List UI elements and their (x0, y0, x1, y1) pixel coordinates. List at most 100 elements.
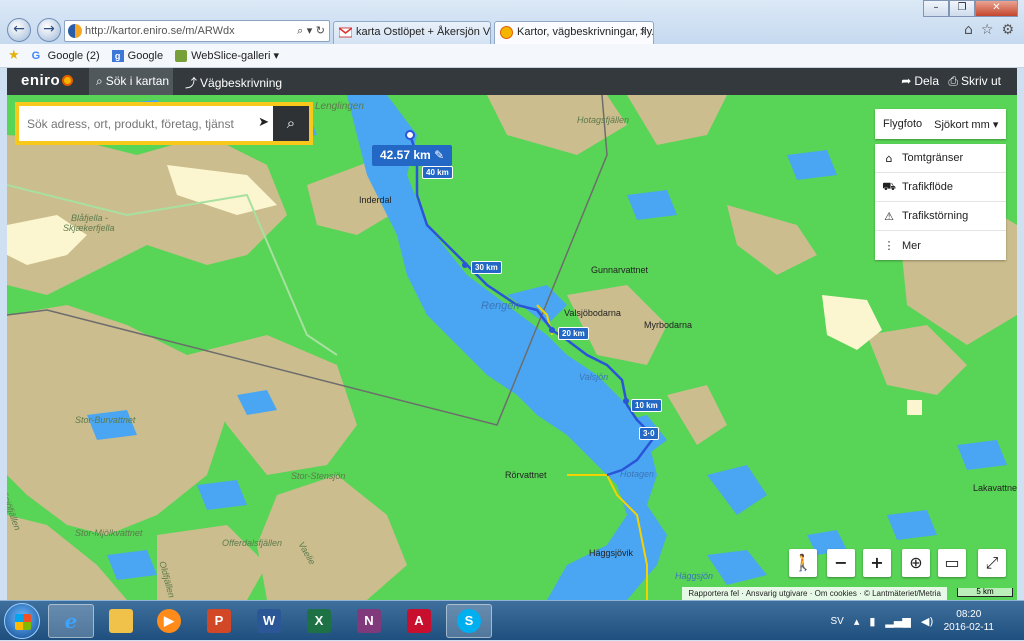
layer-traffic-disruption[interactable]: ⚠ Trafikstörning (875, 202, 1006, 231)
signal-icon[interactable]: ▂▄▆ (885, 615, 910, 628)
aerial-photo-button[interactable]: Flygfoto (875, 118, 930, 130)
share-icon: ➦ (901, 74, 912, 88)
search-button[interactable]: ⌕ (273, 106, 309, 141)
layer-menu: ⌂ Tomtgränser ⛟ Trafikflöde ⚠ Trafikstörnin… (875, 144, 1006, 260)
eniro-logo[interactable]: eniro (21, 72, 74, 89)
taskbar-internet-explorer[interactable]: e (48, 604, 94, 638)
taskbar-powerpoint[interactable]: P (196, 604, 242, 638)
map-label: Valsjön (579, 372, 609, 382)
show-hidden-icons-icon[interactable]: ▴ (854, 615, 860, 628)
layer-traffic-flow[interactable]: ⛟ Trafikflöde (875, 173, 1006, 202)
km-marker: 20 km (558, 327, 589, 340)
clock[interactable]: 08:20 2016-02-11 (944, 608, 994, 634)
eniro-app-bar: eniro ⌕ Sök i kartan ⤴ Vägbeskrivning ➦ Del… (7, 68, 1017, 95)
map-label: Häggsjövik (589, 548, 634, 558)
forward-button[interactable]: → (37, 18, 61, 42)
word-icon: W (257, 609, 281, 633)
map-label: Lakavattnet (973, 483, 1017, 493)
taskbar-excel[interactable]: X (296, 604, 342, 638)
map-canvas[interactable]: Lenglingen Hotagsfjällen Inderdal Blåfje… (7, 95, 1017, 600)
locate-me-button[interactable]: ⊕ (902, 549, 930, 577)
favorites-star-icon[interactable]: ☆ (981, 22, 994, 38)
network-icon[interactable]: ▮ (869, 615, 875, 628)
directions-icon: ⤴ (185, 76, 198, 90)
nautical-chart-dropdown[interactable]: Sjökort mm ▾ (930, 118, 1002, 131)
nav-search-label: Sök i kartan (105, 74, 170, 88)
media-player-icon: ▶ (157, 609, 181, 633)
route-distance-badge[interactable]: 42.57 km ✎ (372, 145, 453, 166)
onenote-icon: N (357, 609, 381, 633)
map-label: Inderdal (359, 195, 392, 205)
zoom-out-button[interactable]: − (827, 549, 855, 577)
legend-icon: ▭ (944, 553, 960, 572)
plus-icon: + (870, 553, 884, 572)
favorites-bar: ★ G Google (2) g Google WebSlice-galleri… (0, 44, 1024, 68)
eniro-logo-icon (62, 75, 74, 86)
address-bar[interactable]: http://kartor.eniro.se/m/ARWdx ⌕ ▾ ↻ (64, 20, 330, 42)
eniro-favicon-icon (500, 26, 513, 39)
tab-close-icon[interactable]: × (639, 25, 648, 38)
close-window-button[interactable]: ✕ (975, 0, 1018, 17)
excel-icon: X (307, 609, 331, 633)
street-view-person-button[interactable]: 🚶 (789, 549, 817, 577)
taskbar-skype[interactable]: S (446, 604, 492, 638)
map-label: Stor-Mjölkvattnet (75, 528, 143, 538)
fullscreen-button[interactable]: ⤢ (978, 549, 1006, 577)
start-button[interactable] (4, 603, 40, 639)
share-button[interactable]: ➦ Dela (901, 74, 939, 88)
skype-icon: S (457, 609, 481, 633)
map-terrain (7, 95, 1017, 600)
tab-eniro[interactable]: Kartor, vägbeskrivningar, fly... × (494, 21, 654, 44)
tab-label: karta Ostlöpet + Åkersjön Verti... (356, 26, 490, 38)
edit-pencil-icon[interactable]: ✎ (434, 148, 444, 162)
address-search-refresh-icon[interactable]: ⌕ ▾ ↻ (297, 24, 325, 38)
favorite-label: Google (2) (47, 49, 100, 62)
map-search-box: ➤ ⌕ (15, 102, 313, 145)
map-search-input[interactable] (27, 106, 237, 141)
favorite-webslice[interactable]: WebSlice-galleri ▾ (175, 49, 279, 62)
layer-label: Mer (902, 239, 921, 252)
address-url[interactable]: http://kartor.eniro.se/m/ARWdx (85, 25, 235, 37)
site-favicon-icon (68, 24, 82, 38)
zoom-in-button[interactable]: + (863, 549, 891, 577)
windows-logo-icon (15, 614, 31, 630)
taskbar-media-player[interactable]: ▶ (146, 604, 192, 638)
browser-titlebar: ← → http://kartor.eniro.se/m/ARWdx ⌕ ▾ ↻… (0, 0, 1024, 44)
layer-property-lines[interactable]: ⌂ Tomtgränser (875, 144, 1006, 173)
taskbar-word[interactable]: W (246, 604, 292, 638)
map-attribution[interactable]: Rapportera fel · Ansvarig utgivare · Om … (682, 587, 947, 600)
back-button[interactable]: ← (7, 18, 31, 42)
google-icon: G (31, 49, 41, 62)
map-label: Valsjöbodarna (564, 308, 621, 318)
print-icon: ⎙ (948, 74, 958, 88)
nav-directions[interactable]: ⤴ Vägbeskrivning (185, 74, 282, 91)
nav-search-map[interactable]: ⌕ Sök i kartan (89, 68, 173, 95)
volume-icon[interactable]: ◀) (921, 615, 934, 628)
taskbar-onenote[interactable]: N (346, 604, 392, 638)
car-icon: ⛟ (882, 179, 896, 193)
legend-button[interactable]: ▭ (938, 549, 966, 577)
maximize-button[interactable]: ❐ (949, 0, 975, 17)
favorites-star-icon[interactable]: ★ (8, 48, 20, 63)
map-label: Rörvattnet (505, 470, 547, 480)
scale-label: 5 km (976, 587, 994, 596)
home-icon[interactable]: ⌂ (964, 22, 973, 38)
tab-gmail[interactable]: karta Ostlöpet + Åkersjön Verti... (333, 21, 491, 44)
expand-icon: ⤢ (985, 553, 999, 572)
more-icon: ⋮ (883, 239, 895, 252)
minimize-button[interactable]: – (923, 0, 949, 17)
my-location-icon[interactable]: ➤ (258, 115, 269, 130)
layer-more[interactable]: ⋮ Mer (875, 231, 1006, 260)
language-indicator[interactable]: SV (830, 616, 843, 627)
km-marker: 10 km (631, 399, 662, 412)
acrobat-icon: A (407, 609, 431, 633)
taskbar-file-explorer[interactable] (98, 604, 144, 638)
taskbar-acrobat[interactable]: A (396, 604, 442, 638)
layer-label: Trafikflöde (902, 181, 953, 193)
clock-date: 2016-02-11 (943, 622, 994, 633)
print-button[interactable]: ⎙ Skriv ut (948, 74, 1001, 89)
favorite-google[interactable]: g Google (111, 49, 163, 62)
settings-gear-icon[interactable]: ⚙ (1001, 22, 1014, 38)
favorite-google-2[interactable]: G Google (2) (32, 50, 100, 62)
map-label: Rengen (481, 300, 520, 312)
